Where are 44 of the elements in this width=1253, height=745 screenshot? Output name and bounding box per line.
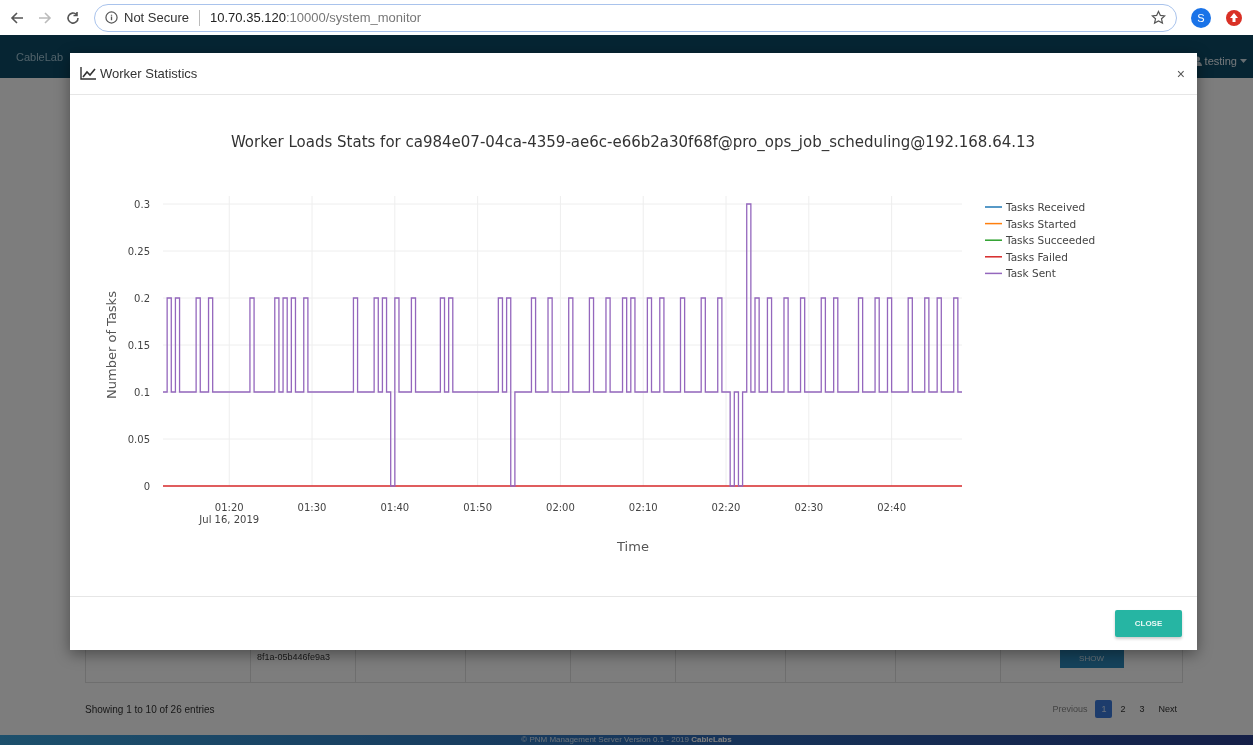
y-tick-label: 0 (143, 481, 150, 492)
y-tick-label: 0.05 (127, 434, 150, 445)
y-tick-label: 0.25 (127, 246, 150, 257)
chart-title: Worker Loads Stats for ca984e07-04ca-4359-ae6c-e66b2a30f68f@pro_ops_job_scheduling@192.168.64.13 (230, 133, 1036, 151)
y-tick-label: 0.1 (134, 387, 150, 398)
profile-avatar[interactable]: S (1191, 7, 1211, 28)
page-link[interactable]: 1 (1095, 700, 1113, 718)
star-icon[interactable] (1151, 10, 1166, 25)
x-tick-label: 02:40 (877, 502, 907, 513)
x-tick-label: 01:40 (380, 502, 410, 513)
x-tick-label: 02:00 (546, 502, 575, 513)
x-tick-label: 02:10 (628, 502, 658, 513)
legend-label[interactable]: Tasks Succeeded (1006, 234, 1096, 247)
legend-label[interactable]: Tasks Received (1006, 201, 1086, 213)
extension-icon[interactable] (1225, 8, 1243, 27)
page-link[interactable]: 2 (1114, 700, 1132, 718)
y-axis-title: Number of Tasks (104, 291, 119, 399)
x-tick-label: 01:30 (297, 502, 327, 513)
x-axis-title: Time (617, 539, 649, 554)
info-icon[interactable] (105, 11, 118, 24)
table-info-text: Showing 1 to 10 of 26 entries (85, 703, 215, 715)
back-icon[interactable] (10, 10, 24, 25)
modal-title: Worker Statistics (100, 66, 198, 81)
close-button[interactable]: × (1174, 65, 1187, 82)
x-tick-label: 02:20 (711, 502, 741, 513)
caret-icon (1240, 58, 1247, 63)
date-label: Jul 16, 2019 (199, 514, 260, 525)
x-tick-label: 02:30 (794, 502, 824, 513)
security-label: Not Secure (124, 10, 190, 25)
x-tick-label: 01:50 (463, 502, 493, 513)
y-tick-label: 0.2 (134, 293, 150, 304)
url-text: 10.70.35.120:10000/system_monitor (210, 10, 422, 25)
legend-label[interactable]: Tasks Failed (1006, 250, 1068, 263)
brand-logo-text[interactable]: CableLab (16, 50, 64, 63)
legend-label[interactable]: Task Sent (1006, 267, 1056, 280)
x-tick-label: 01:20 (214, 502, 244, 513)
legend-label[interactable]: Tasks Started (1006, 217, 1077, 230)
reload-icon[interactable] (66, 10, 80, 25)
y-tick-label: 0.3 (134, 199, 150, 210)
next-page-link[interactable]: Next (1152, 700, 1183, 718)
page-link[interactable]: 3 (1133, 700, 1151, 718)
close-dialog-button[interactable]: CLOSE (1115, 610, 1182, 637)
line-chart-icon (80, 67, 96, 80)
y-tick-label: 0.15 (127, 340, 150, 351)
